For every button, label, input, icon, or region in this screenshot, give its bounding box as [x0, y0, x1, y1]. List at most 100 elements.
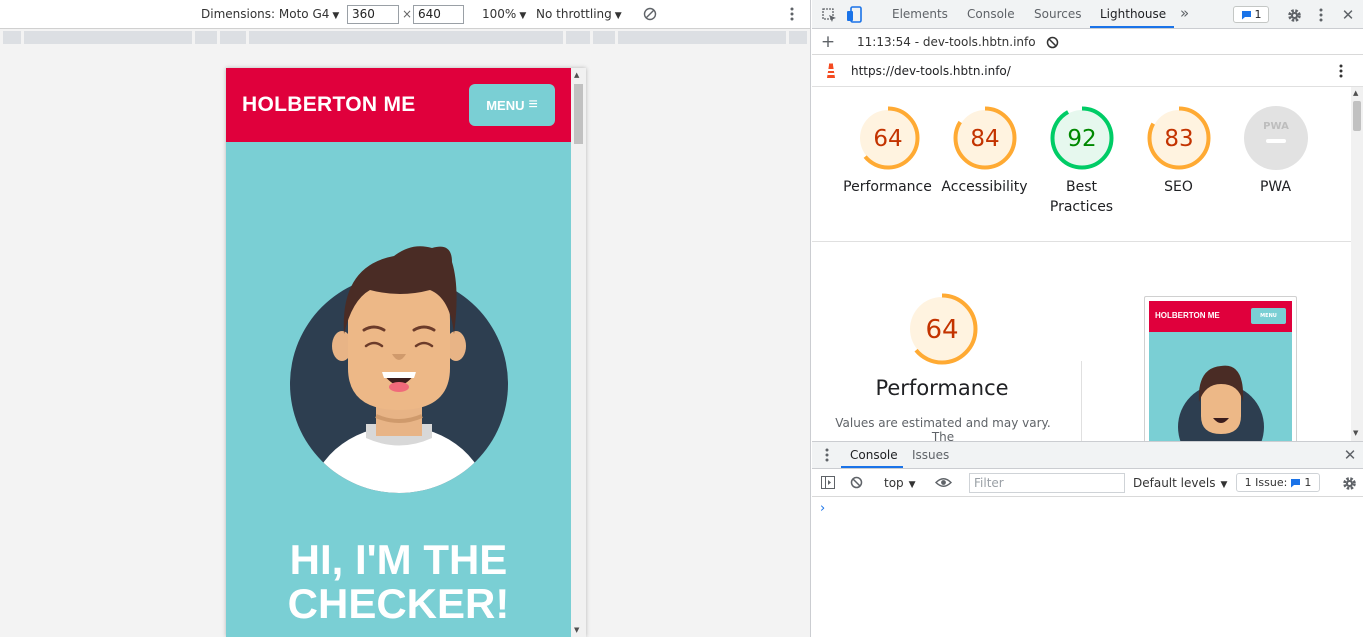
device-viewport[interactable]: HOLBERTON ME MENU ≡ HI, I'M THE CHECKER!…	[226, 68, 586, 637]
context-selector[interactable]: top ▼	[884, 476, 916, 490]
performance-score-large: 64	[925, 315, 958, 345]
final-screenshot-thumbnail[interactable]: HOLBERTON ME MENU	[1144, 296, 1297, 441]
lighthouse-report: 64 Performance 84 Accessibility 92 Best …	[812, 87, 1363, 441]
console-drawer: Console Issues ✕ top ▼ Filter Default lev…	[812, 441, 1363, 637]
throttling-selector[interactable]: No throttling ▼	[536, 7, 622, 21]
gauge-score-accessibility: 84	[970, 126, 999, 152]
issues-counter-button[interactable]: 1 Issue: 1	[1236, 473, 1320, 492]
clear-console-icon[interactable]	[849, 475, 864, 490]
lighthouse-logo-icon	[824, 62, 838, 79]
clear-reports-icon[interactable]	[1045, 35, 1059, 49]
gauge-best-practices[interactable]: 92 Best Practices	[1033, 105, 1130, 217]
settings-gear-icon[interactable]	[1285, 6, 1303, 24]
kebab-icon[interactable]	[1336, 63, 1346, 79]
plus-icon[interactable]: +	[820, 32, 836, 52]
gauge-ring-accessibility: 84	[953, 106, 1016, 170]
inspect-element-icon[interactable]	[820, 6, 838, 24]
site-brand[interactable]: HOLBERTON ME	[242, 93, 416, 117]
chevron-down-icon: ▼	[614, 11, 622, 21]
viewport-scrollbar[interactable]: ▲ ▼	[571, 68, 586, 637]
message-icon	[1241, 10, 1251, 19]
site-header: HOLBERTON ME MENU ≡	[226, 68, 571, 142]
gauge-label-accessibility: Accessibility	[941, 179, 1028, 195]
issues-badge[interactable]: 1	[1233, 6, 1269, 23]
gauge-performance[interactable]: 64 Performance	[839, 105, 936, 197]
close-icon[interactable]: ✕	[1339, 6, 1357, 24]
gauge-label-best-practices: Best Practices	[1049, 179, 1114, 215]
performance-summary: 64 Performance	[872, 292, 1012, 400]
drawer-tab-issues[interactable]: Issues	[912, 448, 949, 462]
gauge-ring-pwa: PWA	[1243, 106, 1308, 170]
gauge-ring-seo: 83	[1147, 106, 1210, 170]
scrollbar-thumb[interactable]	[574, 84, 583, 144]
gauge-score-best-practices: 92	[1067, 126, 1096, 152]
hero-line-1: HI, I'M THE	[289, 536, 508, 583]
gauge-score-performance: 64	[873, 126, 902, 152]
context-label: top	[884, 476, 904, 490]
lighthouse-toolbar: + 11:13:54 - dev-tools.hbtn.info	[812, 29, 1363, 55]
chevron-down-icon: ▼	[908, 480, 916, 490]
device-selector-label: Dimensions: Moto G4	[201, 7, 330, 21]
media-query-ruler[interactable]	[0, 29, 810, 46]
scroll-up-icon[interactable]: ▲	[574, 71, 579, 79]
lighthouse-url-bar: https://dev-tools.hbtn.info/	[812, 55, 1363, 87]
drawer-menu-icon[interactable]	[822, 447, 832, 463]
scrollbar-thumb[interactable]	[1353, 101, 1361, 131]
gauge-score-seo: 83	[1164, 126, 1193, 152]
more-tabs-icon[interactable]: »	[1180, 4, 1189, 22]
hamburger-icon: ≡	[528, 96, 538, 113]
hero-line-2: CHECKER!	[287, 580, 510, 627]
scroll-up-icon[interactable]: ▲	[1353, 89, 1358, 97]
report-scrollbar[interactable]: ▲ ▼	[1351, 87, 1363, 441]
more-options-icon[interactable]	[786, 6, 798, 22]
drawer-tabbar: Console Issues ✕	[812, 442, 1363, 469]
tab-lighthouse[interactable]: Lighthouse	[1100, 7, 1166, 21]
scroll-down-icon[interactable]: ▼	[574, 626, 579, 634]
tab-console[interactable]: Console	[967, 7, 1015, 21]
thumbnail-menu-label: MENU	[1260, 313, 1277, 319]
gauge-label-pwa: PWA	[1259, 179, 1292, 195]
console-filter-input[interactable]: Filter	[969, 473, 1125, 493]
console-prompt[interactable]: ›	[820, 501, 825, 516]
drawer-active-indicator	[841, 466, 903, 468]
gauge-accessibility[interactable]: 84 Accessibility	[936, 105, 1033, 197]
menu-label: MENU	[486, 97, 525, 113]
device-toolbar-icon[interactable]	[845, 5, 863, 24]
issues-counter-count: 1	[1304, 476, 1312, 489]
scroll-down-icon[interactable]: ▼	[1353, 429, 1358, 437]
zoom-selector[interactable]: 100% ▼	[482, 7, 526, 21]
kebab-icon[interactable]	[1315, 6, 1327, 24]
console-settings-gear-icon[interactable]	[1341, 475, 1357, 491]
tab-sources[interactable]: Sources	[1034, 7, 1081, 21]
sidebar-toggle-icon[interactable]	[820, 475, 835, 490]
live-expression-eye-icon[interactable]	[934, 475, 952, 490]
section-divider	[812, 241, 1351, 242]
console-toolbar: top ▼ Filter Default levels ▼ 1 Issue: 1	[812, 469, 1363, 497]
active-tab-indicator	[1090, 26, 1174, 28]
width-input[interactable]: 360	[347, 5, 399, 24]
log-levels-selector[interactable]: Default levels ▼	[1133, 476, 1227, 490]
thumbnail-avatar	[1178, 365, 1264, 441]
drawer-tab-console[interactable]: Console	[850, 448, 898, 462]
thumbnail-brand: HOLBERTON ME	[1155, 311, 1220, 320]
rotate-icon[interactable]	[642, 6, 658, 22]
chevron-down-icon: ▼	[1220, 480, 1228, 490]
tab-elements[interactable]: Elements	[892, 7, 948, 21]
audited-url[interactable]: https://dev-tools.hbtn.info/	[851, 64, 1011, 78]
performance-title: Performance	[875, 376, 1009, 400]
thumbnail-menu-button: MENU	[1251, 308, 1286, 324]
gauge-pwa[interactable]: PWA PWA	[1227, 105, 1324, 197]
performance-note: Values are estimated and may vary. The	[835, 416, 1051, 441]
gauge-seo[interactable]: 83 SEO	[1130, 105, 1227, 197]
zoom-label: 100%	[482, 7, 517, 21]
chevron-down-icon: ▼	[519, 11, 527, 21]
device-selector[interactable]: Dimensions: Moto G4 ▼	[201, 7, 339, 21]
thumbnail-body	[1149, 332, 1292, 441]
close-drawer-icon[interactable]: ✕	[1342, 446, 1358, 464]
avatar-illustration	[290, 246, 508, 493]
height-input[interactable]: 640	[413, 5, 464, 24]
log-levels-label: Default levels	[1133, 476, 1216, 490]
menu-button[interactable]: MENU ≡	[469, 84, 555, 126]
thumbnail-header: HOLBERTON ME MENU	[1149, 301, 1292, 332]
report-selector[interactable]: 11:13:54 - dev-tools.hbtn.info	[857, 35, 1036, 49]
